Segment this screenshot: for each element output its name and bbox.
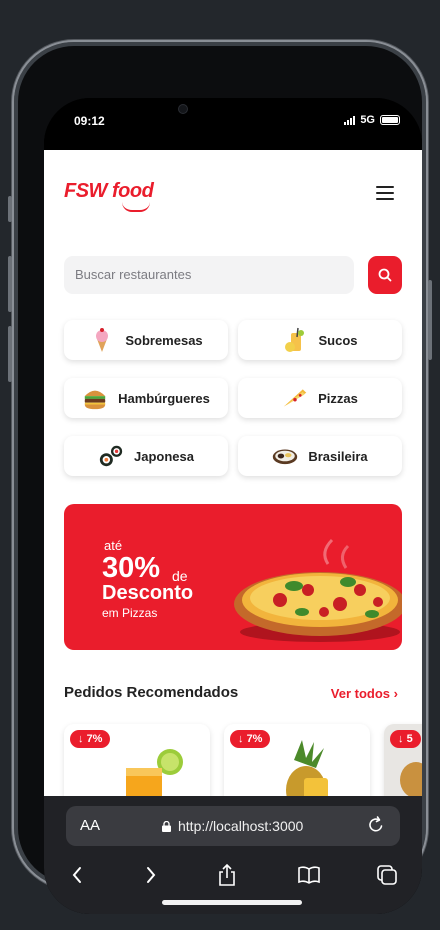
category-label: Sucos [318, 332, 358, 348]
arrow-down-icon: ↓ [398, 733, 404, 745]
share-icon[interactable] [212, 860, 242, 890]
juice-icon [282, 327, 308, 353]
product-card[interactable]: ↓ 5 [384, 724, 422, 796]
phone-frame: 09:12 5G FSW food Buscar restaurantes So… [12, 40, 428, 914]
reload-icon[interactable] [366, 815, 386, 835]
forward-icon[interactable] [136, 860, 166, 890]
category-label: Brasileira [308, 448, 368, 464]
orange-juice-image [126, 749, 183, 796]
promo-banner[interactable]: até 30% de Desconto em Pizzas [64, 504, 402, 650]
see-all-label: Ver todos [330, 686, 391, 701]
network-label: 5G [360, 114, 375, 126]
url-text: http://localhost:3000 [178, 818, 304, 834]
category-label: Pizzas [318, 390, 358, 406]
category-label: Sobremesas [125, 332, 203, 348]
category-hamburgueres[interactable]: Hambúrgueres [64, 378, 228, 418]
pizza-slice-icon [282, 385, 308, 411]
camera-icon [178, 104, 188, 114]
recommended-title: Pedidos Recomendados [64, 684, 239, 701]
ice-cream-icon [89, 327, 115, 353]
power-button [428, 280, 432, 360]
discount-value: 5 [406, 733, 413, 745]
feijoada-icon [272, 443, 298, 469]
discount-value: 7% [86, 733, 103, 745]
banner-percent: 30% [102, 552, 161, 584]
logo-smile-icon [122, 202, 150, 212]
logo-text: FSW food [64, 180, 154, 202]
burger-icon [82, 385, 108, 411]
product-card[interactable]: ↓ 7% [64, 724, 210, 796]
arrow-down-icon: ↓ [78, 733, 84, 745]
fsw-food-logo[interactable]: FSW food [64, 180, 154, 212]
banner-em-pizzas: em Pizzas [102, 606, 158, 620]
hamburger-menu-icon[interactable] [376, 186, 394, 200]
pizza-image [234, 538, 402, 642]
url-field[interactable]: http://localhost:3000 [162, 818, 303, 834]
category-pizzas[interactable]: Pizzas [238, 378, 402, 418]
search-button[interactable] [368, 256, 402, 294]
status-time: 09:12 [74, 114, 105, 128]
see-all-link[interactable]: Ver todos › [331, 686, 398, 701]
category-sucos[interactable]: Sucos [238, 320, 402, 360]
discount-badge: ↓ 5 [390, 730, 421, 748]
banner-desconto: Desconto [102, 582, 194, 604]
status-bar: 09:12 5G [44, 98, 422, 150]
search-input[interactable]: Buscar restaurantes [64, 256, 354, 294]
banner-ate: até [104, 538, 123, 553]
category-sobremesas[interactable]: Sobremesas [64, 320, 228, 360]
mute-switch [8, 196, 12, 222]
pineapple-juice-image [286, 740, 328, 796]
status-indicators: 5G [344, 114, 400, 126]
sushi-icon [98, 443, 124, 469]
phone-screen: 09:12 5G FSW food Buscar restaurantes So… [44, 98, 422, 914]
search-icon [378, 268, 392, 282]
home-indicator [162, 900, 302, 905]
back-icon[interactable] [62, 860, 92, 890]
tabs-icon[interactable] [372, 860, 402, 890]
signal-icon [344, 115, 356, 125]
category-japonesa[interactable]: Japonesa [64, 436, 228, 476]
dynamic-notch [162, 98, 304, 126]
volume-down-button [8, 326, 12, 382]
bookmarks-icon[interactable] [294, 860, 324, 890]
app-viewport: FSW food Buscar restaurantes Sobremesas … [44, 150, 422, 796]
discount-badge: ↓ 7% [70, 730, 111, 748]
address-bar[interactable]: AA http://localhost:3000 [66, 806, 400, 846]
category-brasileira[interactable]: Brasileira [238, 436, 402, 476]
chevron-right-icon: › [393, 686, 398, 701]
browser-nav [44, 860, 422, 890]
arrow-down-icon: ↓ [238, 733, 244, 745]
category-label: Hambúrgueres [118, 390, 210, 406]
text-size-button[interactable]: AA [80, 817, 100, 834]
lock-icon [162, 820, 171, 832]
category-label: Japonesa [134, 448, 194, 464]
battery-icon [380, 115, 400, 125]
product-card[interactable]: ↓ 7% [224, 724, 370, 796]
volume-up-button [8, 256, 12, 312]
browser-toolbar: AA http://localhost:3000 [44, 796, 422, 914]
onion-image [400, 762, 422, 796]
